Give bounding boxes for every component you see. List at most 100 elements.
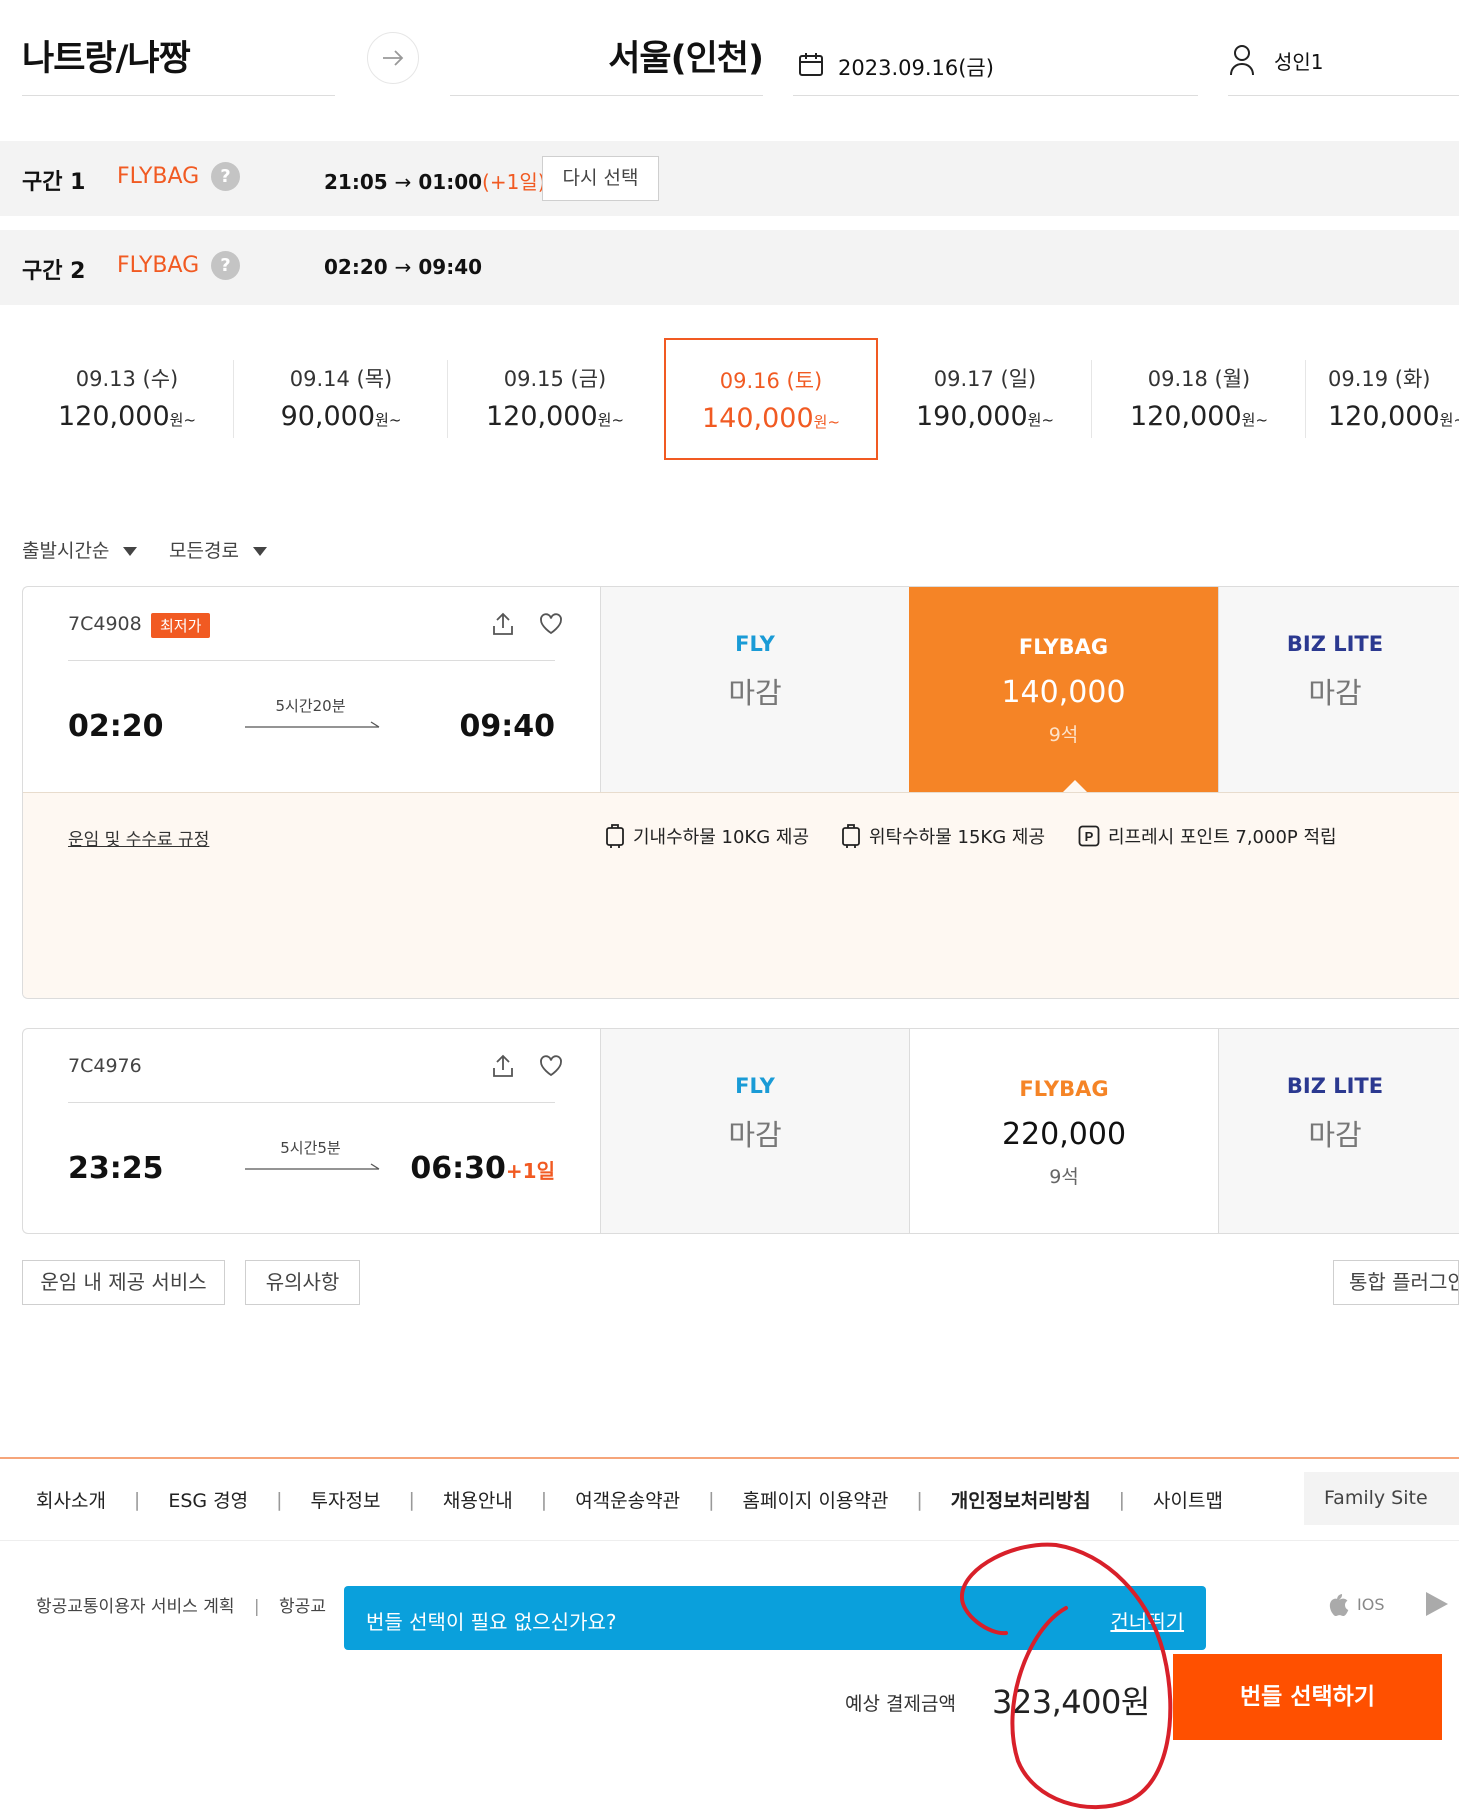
separator: | [276,1488,283,1511]
fare-rules-link[interactable]: 운임 및 수수료 규정 [68,825,209,850]
footer-link-esg[interactable]: ESG 경영 [168,1486,248,1513]
date-price: 120,000원~ [1328,401,1459,432]
fare-flybag[interactable]: FLYBAG 220,000 9석 [909,1029,1218,1233]
lowest-price-badge: 최저가 [151,613,211,638]
caret-down-icon [252,547,267,556]
apple-icon [1329,1594,1349,1617]
fare-fly[interactable]: FLY 마감 [600,587,909,792]
price-unit: 원~ [1439,411,1459,429]
calendar-icon [799,53,823,76]
footer-divider [0,1540,1459,1541]
footer-link-company[interactable]: 회사소개 [36,1486,106,1513]
help-icon[interactable]: ? [211,251,240,280]
origin-field[interactable]: 나트랑/냐짱 [22,30,335,96]
date-label: 09.19 (화) [1328,367,1431,391]
footer-link-careers[interactable]: 채용안내 [443,1486,513,1513]
passenger-text: 성인1 [1274,50,1324,74]
date-price: 190,000원~ [878,401,1092,432]
date-price: 140,000원~ [666,403,876,434]
perk-item: P 리프레시 포인트 7,000P 적립 [1078,823,1337,849]
fare-name: FLYBAG [1019,1077,1109,1101]
route-label: 모든경로 [169,540,239,562]
swap-route-button[interactable] [367,32,419,84]
divider [68,1102,555,1103]
fare-seats: 9석 [1049,1166,1079,1188]
fare-name: BIZ LITE [1286,1074,1384,1098]
heart-icon[interactable] [538,611,564,637]
perk-item: 기내수하물 10KG 제공 [605,823,809,849]
fare-name: FLYBAG [1018,635,1109,659]
footer-divider [0,1457,1459,1459]
date-price: 120,000원~ [20,401,234,432]
fare-price: 140,000 [1001,675,1126,710]
price-value: 90,000 [280,401,376,432]
sort-dropdown[interactable]: 출발시간순 [22,536,138,563]
segment-dep: 02:20 [324,255,388,279]
heart-icon[interactable] [538,1053,564,1079]
flight-card: 7C4908 최저가 02:20 5시간20분 09:40 FLY 마감 FLY… [22,586,1459,999]
estimated-total-label: 예상 결제금액 [845,1693,956,1715]
price-value: 140,000 [701,403,814,434]
family-site-select[interactable]: Family Site [1304,1472,1459,1525]
footer-link-investors[interactable]: 투자정보 [311,1486,381,1513]
reselect-button[interactable]: 다시 선택 [542,156,659,201]
arrival-time-value: 09:40 [459,709,556,744]
date-option[interactable]: 09.17 (일) 190,000원~ [878,338,1092,460]
plus-day: +1일 [505,1159,555,1183]
fare-bizlite[interactable]: BIZ LITE 마감 [1218,1029,1459,1233]
fare-bizlite[interactable]: BIZ LITE 마감 [1218,587,1459,792]
departure-time: 23:25 [68,1151,164,1186]
fare-status: 마감 [728,676,782,710]
route-dropdown[interactable]: 모든경로 [169,536,267,563]
date-text: 2023.09.16(금) [838,56,994,80]
footer-link-service-plan-2[interactable]: 항공교 [279,1597,326,1617]
segment-label: 구간 2 [22,259,86,284]
segment-1-summary: 구간 1 FLYBAG ? 21:05 → 01:00(+1일) 다시 선택 [0,141,1459,216]
separator: | [408,1488,415,1511]
perk-text: 리프레시 포인트 7,000P 적립 [1108,827,1337,848]
fare-fly[interactable]: FLY 마감 [600,1029,909,1233]
help-icon[interactable]: ? [211,162,240,191]
price-unit: 원~ [597,411,625,429]
destination-field[interactable]: 서울(인천) [450,30,764,96]
date-price: 120,000원~ [448,401,662,432]
segment-arr: 01:00 [418,170,483,194]
footer-link-service-plan[interactable]: 항공교통이용자 서비스 계획 [36,1597,235,1617]
arrival-time-value: 06:30 [410,1151,506,1186]
segment-fare: FLYBAG [117,164,200,189]
plugin-button[interactable]: 통합 플러그인 [1333,1260,1459,1305]
price-unit: 원~ [375,411,402,429]
footer-link-terms[interactable]: 홈페이지 이용약관 [742,1486,888,1513]
google-play-icon[interactable] [1424,1590,1450,1618]
fare-name: FLY [735,1074,775,1098]
date-option-selected[interactable]: 09.16 (토) 140,000원~ [664,338,878,460]
separator: | [916,1488,923,1511]
flight-card: 7C4976 23:25 5시간5분 06:30+1일 FLY 마감 FLYBA… [22,1028,1459,1234]
footer-link-carriage[interactable]: 여객운송약관 [575,1486,680,1513]
fare-services-button[interactable]: 운임 내 제공 서비스 [22,1260,225,1305]
date-label: 09.17 (일) [933,367,1037,391]
notice-button[interactable]: 유의사항 [245,1260,360,1305]
date-option[interactable]: 09.14 (목) 90,000원~ [234,338,448,460]
fare-status: 마감 [1308,1118,1362,1152]
passenger-field[interactable]: 성인1 [1228,30,1459,96]
segment-time: 02:20 → 09:40 [324,255,482,279]
share-icon[interactable] [490,611,516,637]
price-value: 120,000 [1129,401,1242,432]
segment-2-summary: 구간 2 FLYBAG ? 02:20 → 09:40 [0,230,1459,305]
footer-secondary-links: 항공교통이용자 서비스 계획 | 항공교 [36,1592,326,1617]
select-bundle-button[interactable]: 번들 선택하기 [1173,1654,1442,1740]
date-option[interactable]: 09.15 (금) 120,000원~ [448,338,662,460]
date-label: 09.13 (수) [75,367,179,391]
date-option[interactable]: 09.18 (월) 120,000원~ [1092,338,1306,460]
fare-flybag-selected[interactable]: FLYBAG 140,000 9석 [909,587,1218,792]
date-option[interactable]: 09.13 (수) 120,000원~ [20,338,234,460]
ios-label: IOS [1357,1594,1385,1614]
date-field[interactable]: 2023.09.16(금) [793,30,1198,96]
fare-seats: 9석 [1048,724,1079,746]
share-icon[interactable] [490,1053,516,1079]
date-option[interactable]: 09.19 (화) 120,000원~ [1306,338,1459,460]
ios-app-link[interactable]: IOS [1327,1591,1384,1617]
origin-text: 나트랑/냐짱 [22,39,191,79]
separator: | [253,1597,260,1617]
